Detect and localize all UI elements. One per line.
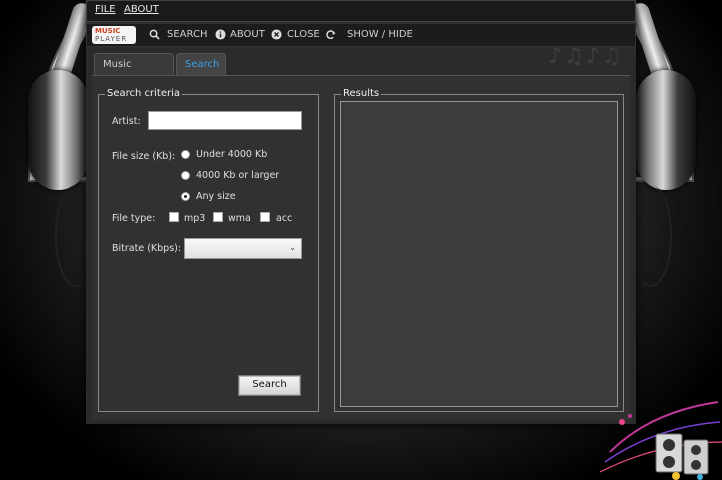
search-button[interactable]: Search <box>238 375 301 396</box>
filesize-under-4000-label: Under 4000 Kb <box>196 149 268 160</box>
filetype-wma-label: wma <box>228 213 251 224</box>
music-notes-decoration: ♪♫♪♫ <box>548 44 624 69</box>
menu-about[interactable]: ABOUT <box>124 4 159 15</box>
tab-music-library[interactable]: Music Library <box>94 53 174 92</box>
filetype-wma-checkbox[interactable] <box>213 212 223 222</box>
results-list[interactable] <box>340 101 618 407</box>
menu-file[interactable]: FILE <box>95 4 116 15</box>
search-criteria-title: Search criteria <box>105 88 183 99</box>
filesize-4000-or-larger-label: 4000 Kb or larger <box>196 170 280 181</box>
results-title: Results <box>341 88 382 99</box>
bitrate-label: Bitrate (Kbps): <box>112 243 182 254</box>
filetype-mp3-label: mp3 <box>184 213 206 224</box>
artist-label: Artist: <box>112 116 141 127</box>
close-icon[interactable] <box>271 29 282 40</box>
app-window: FILE ABOUT MUSIC PLAYER SEARCH ABOUT CLO… <box>86 0 636 424</box>
artist-input[interactable] <box>148 111 302 130</box>
filetype-mp3-checkbox[interactable] <box>169 212 179 222</box>
filetype-label: File type: <box>112 213 156 224</box>
filesize-label: File size (Kb): <box>112 151 176 162</box>
search-tab-pane: Search criteria Artist: File size (Kb): … <box>92 75 630 420</box>
app-logo: MUSIC PLAYER <box>92 26 136 44</box>
filetype-acc-checkbox[interactable] <box>260 212 270 222</box>
toolbar-search-button[interactable]: SEARCH <box>167 29 207 40</box>
headphones-right-cup <box>636 70 696 190</box>
search-icon[interactable] <box>149 29 160 40</box>
chevron-down-icon: ⌄ <box>289 243 296 252</box>
filesize-under-4000-radio[interactable] <box>181 150 190 159</box>
logo-line2: PLAYER <box>95 35 128 43</box>
toolbar-about-button[interactable]: ABOUT <box>230 29 265 40</box>
info-icon[interactable] <box>215 29 226 40</box>
logo-line1: MUSIC <box>95 27 121 35</box>
filesize-any-radio[interactable] <box>181 192 190 201</box>
menu-bar: FILE ABOUT <box>86 0 636 22</box>
toolbar-show-hide-button[interactable]: SHOW / HIDE <box>347 29 413 40</box>
headphones-cable-right <box>630 185 672 287</box>
toolbar-close-button[interactable]: CLOSE <box>287 29 320 40</box>
bitrate-select[interactable]: ⌄ <box>184 238 302 259</box>
filesize-4000-or-larger-radio[interactable] <box>181 171 190 180</box>
headphones-left-cup <box>28 70 88 190</box>
results-group: Results <box>334 88 624 412</box>
filesize-any-label: Any size <box>196 191 236 202</box>
filetype-acc-label: acc <box>276 213 293 224</box>
speakers-decoration <box>600 401 722 480</box>
refresh-icon[interactable] <box>325 29 336 40</box>
search-criteria-group: Search criteria Artist: File size (Kb): … <box>98 88 319 412</box>
tab-search[interactable]: Search <box>176 53 226 75</box>
